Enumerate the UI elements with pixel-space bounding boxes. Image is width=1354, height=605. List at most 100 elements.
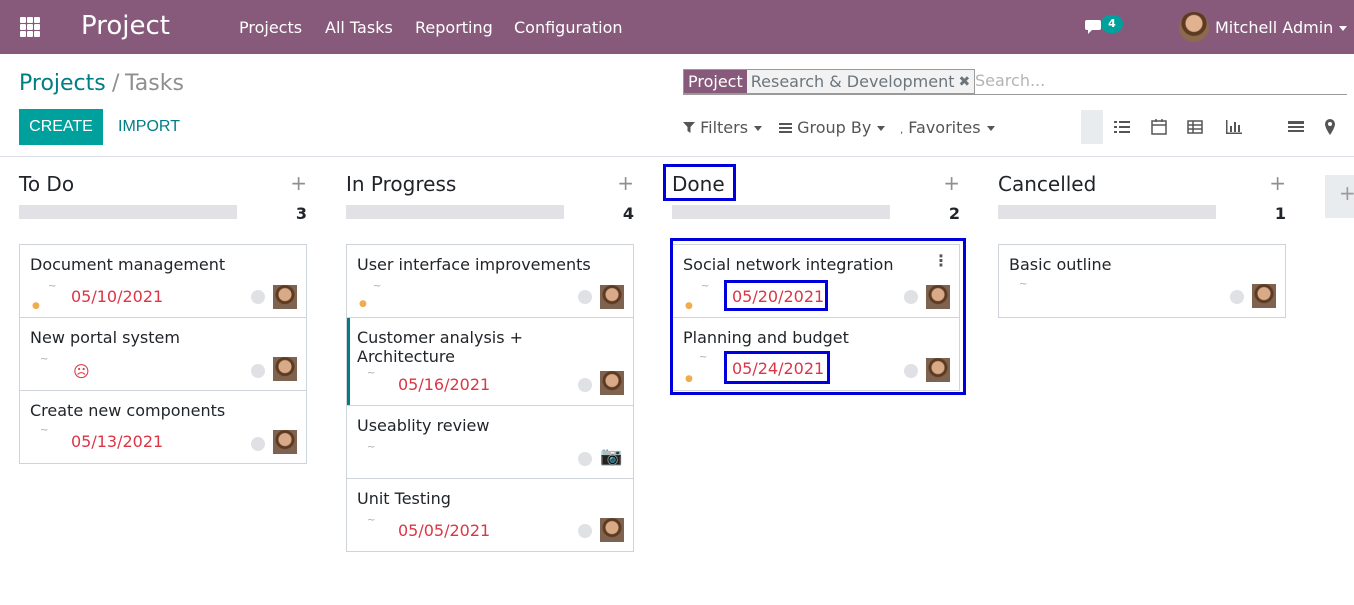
assignee-avatar[interactable] bbox=[273, 430, 297, 454]
user-caret-icon bbox=[1339, 26, 1348, 31]
card-meta: ~ bbox=[40, 354, 49, 365]
card-meta: ~ bbox=[40, 425, 49, 436]
column-count: 4 bbox=[622, 204, 634, 223]
menu-projects[interactable]: Projects bbox=[239, 18, 302, 37]
column-count: 1 bbox=[1274, 204, 1286, 223]
highlight-date-2 bbox=[724, 351, 830, 384]
card-title: User interface improvements bbox=[357, 255, 591, 274]
kanban-state-icon[interactable] bbox=[251, 290, 265, 304]
card-meta: ~ bbox=[367, 442, 376, 453]
chat-count-badge: 4 bbox=[1101, 15, 1123, 33]
card-meta: ~ bbox=[1019, 279, 1028, 290]
column-count: 3 bbox=[295, 204, 307, 223]
sad-face-icon: ☹ bbox=[73, 362, 90, 381]
assignee-avatar[interactable] bbox=[600, 518, 624, 542]
kanban-state-icon[interactable] bbox=[578, 452, 592, 466]
import-button[interactable]: IMPORT bbox=[108, 109, 190, 145]
assignee-avatar[interactable] bbox=[273, 357, 297, 381]
card-title: New portal system bbox=[30, 328, 180, 347]
graph-view-icon[interactable] bbox=[1225, 118, 1243, 136]
card-deadline: 05/10/2021 bbox=[71, 287, 164, 306]
view-kanban-button[interactable] bbox=[1081, 110, 1103, 144]
assignee-avatar[interactable] bbox=[600, 285, 624, 309]
quick-create-icon[interactable]: + bbox=[290, 171, 307, 195]
app-title[interactable]: Project bbox=[81, 11, 170, 41]
column-progressbar[interactable] bbox=[346, 205, 564, 219]
add-column-button[interactable]: + bbox=[1325, 175, 1354, 218]
card-title: Useablity review bbox=[357, 416, 490, 435]
kanban-state-icon[interactable] bbox=[578, 290, 592, 304]
breadcrumb-separator: / bbox=[112, 71, 120, 96]
menu-reporting[interactable]: Reporting bbox=[415, 18, 493, 37]
favorites-label: Favorites bbox=[908, 118, 981, 137]
camera-icon: 📷 bbox=[600, 446, 623, 467]
funnel-icon bbox=[683, 122, 695, 133]
card-list: User interface improvements ~ ● Customer… bbox=[346, 244, 634, 552]
kanban-state-icon[interactable] bbox=[578, 524, 592, 538]
task-card[interactable]: Useablity review ~ 📷 bbox=[346, 405, 634, 479]
filters-dropdown[interactable]: Filters bbox=[683, 118, 763, 137]
kanban-state-icon[interactable] bbox=[1230, 290, 1244, 304]
apps-menu-icon[interactable] bbox=[20, 17, 40, 37]
task-card[interactable]: User interface improvements ~ ● bbox=[346, 244, 634, 318]
column-progressbar[interactable] bbox=[19, 205, 237, 219]
breadcrumb-current: Tasks bbox=[125, 71, 184, 96]
card-title: Basic outline bbox=[1009, 255, 1112, 274]
card-meta: ~ bbox=[367, 515, 376, 526]
pivot-view-icon[interactable] bbox=[1186, 118, 1204, 136]
card-deadline: 05/13/2021 bbox=[71, 432, 164, 451]
top-navbar: Project Projects All Tasks Reporting Con… bbox=[0, 0, 1354, 54]
facet-label: Project bbox=[684, 70, 747, 93]
user-menu[interactable]: Mitchell Admin bbox=[1215, 18, 1348, 37]
assignee-avatar[interactable] bbox=[273, 285, 297, 309]
highlight-done-title bbox=[663, 164, 736, 201]
column-title[interactable]: To Do bbox=[19, 172, 74, 196]
card-title: Unit Testing bbox=[357, 489, 451, 508]
search-facet: Project Research & Development ✖ bbox=[683, 69, 976, 94]
column-title[interactable]: Cancelled bbox=[998, 172, 1096, 196]
activity-view-icon[interactable] bbox=[1287, 118, 1305, 136]
card-title: Customer analysis + Architecture bbox=[357, 328, 524, 366]
map-view-icon[interactable] bbox=[1321, 118, 1339, 136]
search-input[interactable] bbox=[975, 71, 1345, 90]
favorites-dropdown[interactable]: , Favorites bbox=[900, 118, 995, 137]
filters-caret-icon bbox=[754, 126, 763, 131]
priority-star-icon[interactable]: ● bbox=[32, 301, 40, 311]
task-card[interactable]: Document management ~ ● 05/10/2021 bbox=[19, 244, 307, 318]
kanban-state-icon[interactable] bbox=[251, 364, 265, 378]
star-icon: , bbox=[900, 125, 904, 136]
card-meta: ~ bbox=[373, 281, 382, 292]
task-card[interactable]: New portal system ~ ☹ bbox=[19, 317, 307, 391]
task-card[interactable]: Create new components ~ 05/13/2021 bbox=[19, 390, 307, 464]
breadcrumb-projects[interactable]: Projects bbox=[19, 71, 106, 96]
group-by-dropdown[interactable]: Group By bbox=[779, 118, 886, 137]
card-meta: ~ bbox=[367, 368, 376, 379]
card-title: Document management bbox=[30, 255, 226, 274]
kanban-state-icon[interactable] bbox=[251, 437, 265, 451]
create-button[interactable]: CREATE bbox=[19, 109, 103, 145]
column-progressbar[interactable] bbox=[672, 205, 890, 219]
highlight-date-1 bbox=[724, 280, 828, 311]
group-by-caret-icon bbox=[877, 126, 886, 131]
priority-star-icon[interactable]: ● bbox=[359, 299, 367, 309]
assignee-avatar[interactable] bbox=[600, 371, 624, 395]
quick-create-icon[interactable]: + bbox=[1269, 171, 1286, 195]
card-meta: ~ bbox=[48, 281, 57, 292]
facet-remove-icon[interactable]: ✖ bbox=[959, 70, 975, 93]
menu-all-tasks[interactable]: All Tasks bbox=[325, 18, 393, 37]
quick-create-icon[interactable]: + bbox=[943, 171, 960, 195]
column-progressbar[interactable] bbox=[998, 205, 1216, 219]
task-card[interactable]: Unit Testing ~ 05/05/2021 bbox=[346, 478, 634, 552]
task-card[interactable]: Basic outline ~ bbox=[998, 244, 1286, 318]
calendar-view-icon[interactable] bbox=[1150, 118, 1168, 136]
list-view-icon[interactable] bbox=[1113, 118, 1131, 136]
assignee-avatar[interactable] bbox=[1252, 284, 1276, 308]
task-card[interactable]: Customer analysis + Architecture ~ 05/16… bbox=[346, 317, 634, 406]
card-color-accent bbox=[347, 318, 350, 405]
kanban-state-icon[interactable] bbox=[578, 378, 592, 392]
column-title[interactable]: In Progress bbox=[346, 172, 456, 196]
menu-configuration[interactable]: Configuration bbox=[514, 18, 623, 37]
column-count: 2 bbox=[948, 204, 960, 223]
user-avatar[interactable] bbox=[1179, 12, 1209, 42]
quick-create-icon[interactable]: + bbox=[617, 171, 634, 195]
